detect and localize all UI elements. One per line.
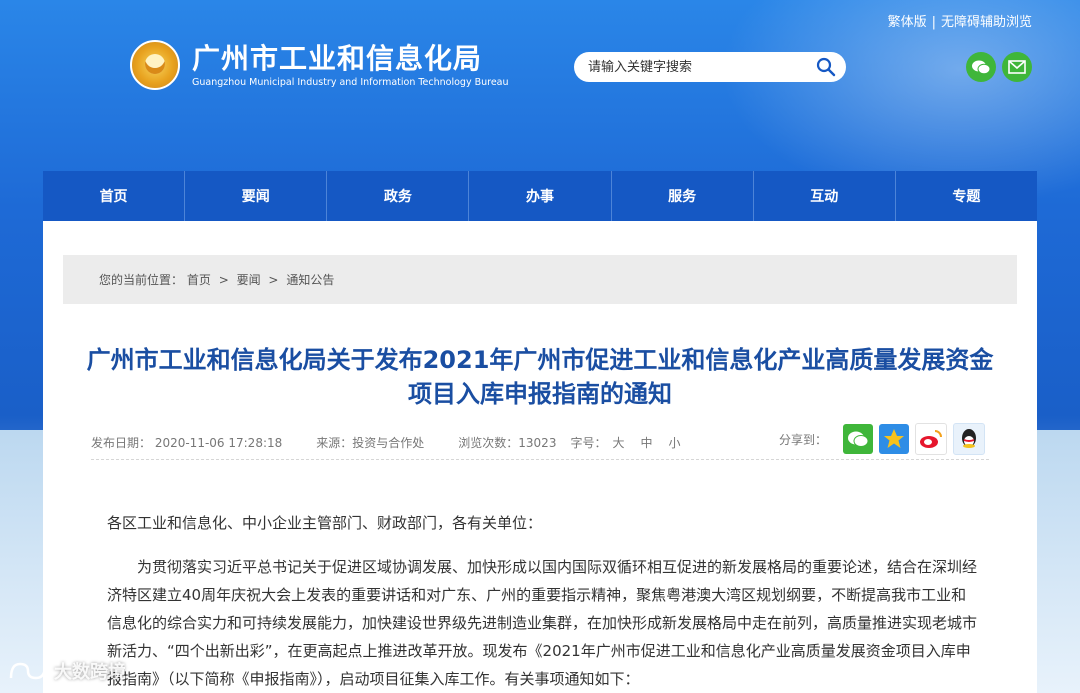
breadcrumb-arrow: > <box>268 273 279 287</box>
breadcrumb: 您的当前位置： 首页 > 要闻 > 通知公告 <box>63 255 1017 304</box>
accessibility-link[interactable]: 无障碍辅助浏览 <box>941 15 1032 30</box>
nav-item-government-affairs[interactable]: 政务 <box>327 171 470 221</box>
breadcrumb-prefix: 您的当前位置： <box>99 273 184 287</box>
article-body: 各区工业和信息化、中小企业主管部门、财政部门，各有关单位： 为贯彻落实习近平总书… <box>107 509 977 693</box>
right-background-building <box>1035 430 1080 693</box>
watermark: 大数跨境 <box>8 658 126 684</box>
share-wechat-icon[interactable] <box>843 424 874 454</box>
search-icon[interactable] <box>816 57 836 77</box>
article-salutation: 各区工业和信息化、中小企业主管部门、财政部门，各有关单位： <box>107 514 543 532</box>
site-name-en: Guangzhou Municipal Industry and Informa… <box>192 76 509 88</box>
share-qq-icon[interactable] <box>953 423 986 455</box>
share-bar: 分享到： <box>779 423 986 455</box>
site-logo[interactable]: 广州市工业和信息化局 Guangzhou Municipal Industry … <box>130 40 509 90</box>
breadcrumb-notices[interactable]: 通知公告 <box>286 273 334 287</box>
search-box <box>574 52 846 82</box>
site-name-cn: 广州市工业和信息化局 <box>192 41 483 75</box>
breadcrumb-arrow: > <box>218 273 229 287</box>
view-count: 浏览次数：13023 <box>458 435 557 450</box>
share-qzone-icon[interactable] <box>879 424 910 454</box>
nav-item-services-affairs[interactable]: 办事 <box>469 171 612 221</box>
top-links: 繁体版 | 无障碍辅助浏览 <box>888 11 1032 30</box>
email-icon[interactable] <box>1002 52 1032 82</box>
main-nav: 首页 要闻 政务 办事 服务 互动 专题 <box>43 171 1037 221</box>
nav-item-services[interactable]: 服务 <box>612 171 754 221</box>
nav-item-topics[interactable]: 专题 <box>896 171 1037 221</box>
breadcrumb-home[interactable]: 首页 <box>187 273 211 287</box>
logo-text: 广州市工业和信息化局 Guangzhou Municipal Industry … <box>192 41 509 88</box>
top-links-separator: | <box>931 15 936 30</box>
social-links <box>966 52 1032 82</box>
bureau-emblem-icon <box>130 40 180 90</box>
watermark-text: 大数跨境 <box>54 662 126 683</box>
article-source: 来源：投资与合作处 <box>316 435 425 450</box>
left-background-building <box>0 430 45 693</box>
share-label: 分享到： <box>779 432 828 447</box>
traditional-chinese-link[interactable]: 繁体版 <box>888 15 927 30</box>
font-size-label: 字号： <box>570 435 607 450</box>
article-title: 广州市工业和信息化局关于发布2021年广州市促进工业和信息化产业高质量发展资金项… <box>86 346 994 408</box>
watermark-logo-icon <box>9 662 47 680</box>
search-input[interactable] <box>586 58 810 76</box>
font-size-large[interactable]: 大 <box>612 434 624 451</box>
nav-item-interaction[interactable]: 互动 <box>754 171 896 221</box>
nav-item-news[interactable]: 要闻 <box>185 171 328 221</box>
content-panel: 您的当前位置： 首页 > 要闻 > 通知公告 广州市工业和信息化局关于发布202… <box>43 221 1037 693</box>
share-weibo-icon[interactable] <box>915 423 948 455</box>
font-size-small[interactable]: 小 <box>669 434 681 451</box>
nav-item-home[interactable]: 首页 <box>43 171 186 221</box>
publish-date: 发布日期： 2020-11-06 17:28:18 <box>91 435 283 450</box>
font-size-medium[interactable]: 中 <box>641 434 653 451</box>
article-paragraph: 为贯彻落实习近平总书记关于促进区域协调发展、加快形成以国内国际双循环相互促进的新… <box>107 558 978 688</box>
wechat-icon[interactable] <box>966 52 996 82</box>
breadcrumb-news[interactable]: 要闻 <box>237 273 261 287</box>
